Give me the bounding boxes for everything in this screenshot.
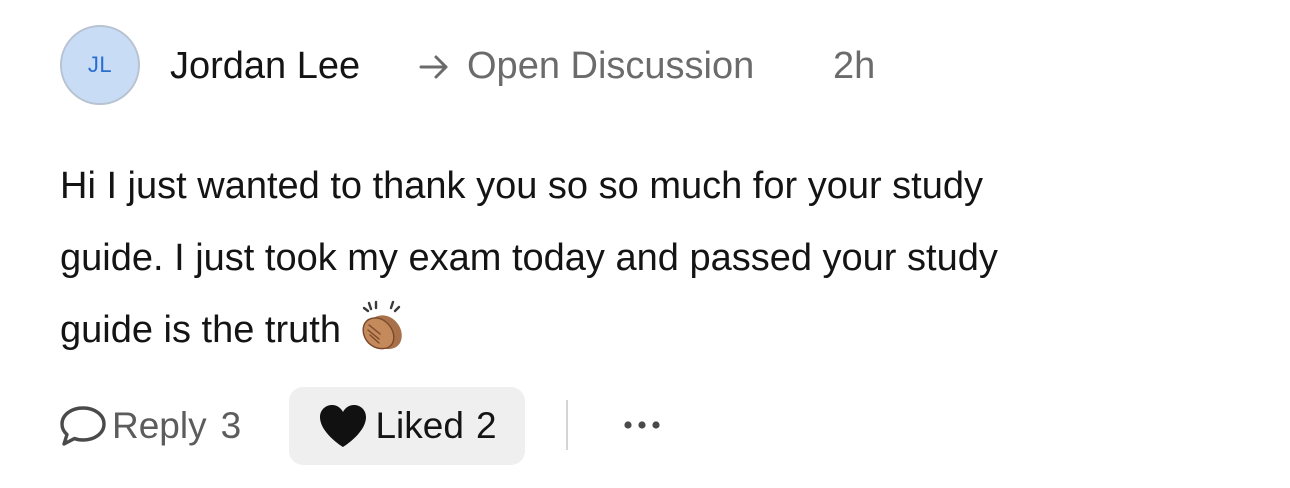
discussion-link[interactable]: Open Discussion	[467, 42, 754, 90]
more-options-button[interactable]	[615, 405, 669, 445]
clapping-hands-icon	[362, 300, 402, 350]
more-options-icon	[624, 421, 660, 429]
reply-button[interactable]: Reply 3	[58, 398, 241, 454]
post-body-line: guide is the truth	[60, 294, 1200, 366]
arrow-right-icon	[419, 55, 448, 79]
action-divider	[566, 400, 568, 450]
like-count: 2	[475, 405, 497, 446]
post-timestamp: 2h	[833, 45, 876, 87]
post-body: Hi I just wanted to thank you so so much…	[60, 150, 1200, 366]
like-label: Liked	[375, 405, 464, 446]
post-body-line-text: guide is the truth	[60, 309, 341, 351]
avatar[interactable]: JL	[60, 25, 140, 105]
author-name[interactable]: Jordan Lee	[170, 42, 360, 90]
post-body-line: guide. I just took my exam today and pas…	[60, 237, 998, 279]
reply-label: Reply	[112, 405, 207, 446]
reply-count: 3	[220, 405, 242, 446]
post-card: JL Jordan Lee Open Discussion 2h Hi I ju…	[0, 0, 1290, 488]
post-body-line: Hi I just wanted to thank you so so much…	[60, 165, 984, 207]
like-button[interactable]: Liked 2	[289, 387, 525, 465]
speech-bubble-icon	[60, 406, 106, 446]
avatar-initials: JL	[87, 52, 113, 77]
heart-icon	[320, 405, 367, 447]
